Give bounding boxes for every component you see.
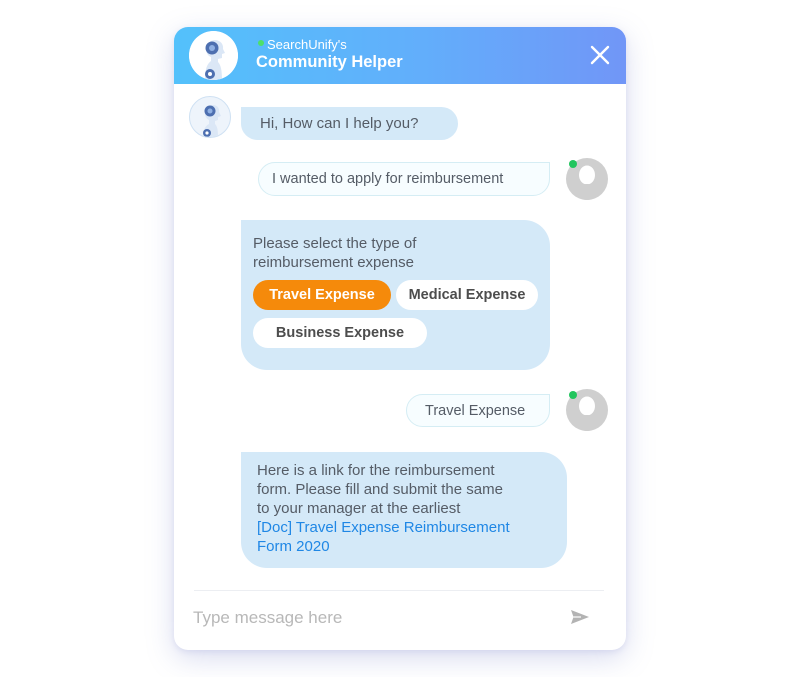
chat-title: Community Helper — [256, 53, 403, 71]
send-button[interactable] — [570, 607, 590, 627]
link-text-line[interactable]: [Doc] Travel Expense Reimbursement — [257, 518, 567, 537]
message-text: Hi, How can I help you? — [260, 115, 419, 132]
brand-name: SearchUnify's — [267, 37, 347, 52]
message-text-line: to your manager at the earliest — [257, 500, 461, 517]
chat-widget: SearchUnify's Community Helper Hi, How c… — [174, 27, 626, 650]
message-text-line: Here is a link for the reimbursement — [257, 462, 495, 479]
document-link[interactable]: [Doc] Travel Expense Reimbursement Form … — [257, 518, 567, 556]
bot-message-options: Please select the type of reimbursement … — [241, 220, 550, 370]
message-text-line: reimbursement expense — [253, 254, 414, 271]
message-text-line: Please select the type of — [253, 235, 417, 252]
send-icon — [571, 610, 589, 624]
option-medical-expense[interactable]: Medical Expense — [396, 280, 538, 310]
message-text-line: form. Please fill and submit the same — [257, 481, 503, 498]
user-avatar-icon — [566, 389, 608, 431]
robot-avatar-icon — [189, 31, 238, 80]
message-text: Travel Expense — [425, 403, 526, 419]
option-business-expense[interactable]: Business Expense — [253, 318, 427, 348]
chat-header: SearchUnify's Community Helper — [174, 27, 626, 84]
option-travel-expense[interactable]: Travel Expense — [253, 280, 391, 310]
user-avatar-icon — [566, 158, 608, 200]
online-status-dot — [569, 391, 577, 399]
bot-avatar-icon — [189, 96, 231, 138]
message-text: I wanted to apply for reimbursement — [272, 171, 504, 187]
user-message: Travel Expense — [406, 394, 550, 427]
user-message: I wanted to apply for reimbursement — [258, 162, 550, 196]
message-input[interactable] — [193, 603, 553, 633]
online-status-dot — [569, 160, 577, 168]
online-status-dot — [258, 40, 264, 46]
bot-message: Hi, How can I help you? — [241, 107, 458, 140]
close-button[interactable] — [586, 41, 614, 69]
link-text-line[interactable]: Form 2020 — [257, 537, 567, 556]
bot-message-link: Here is a link for the reimbursement for… — [241, 452, 567, 568]
composer-divider — [194, 590, 604, 591]
close-icon — [590, 45, 610, 65]
